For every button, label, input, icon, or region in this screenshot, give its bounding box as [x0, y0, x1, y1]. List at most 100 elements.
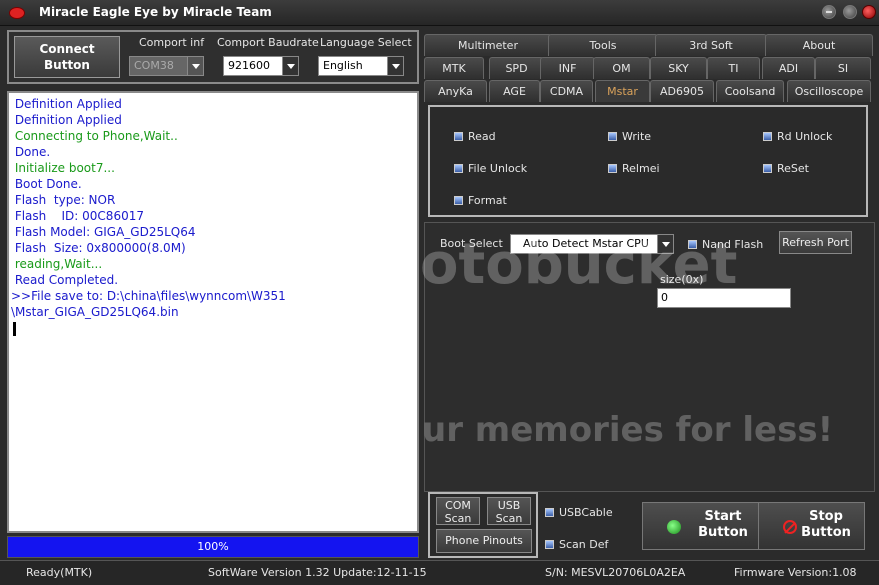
tab-ti[interactable]: TI — [707, 57, 760, 79]
com-scan-button[interactable]: COM Scan — [436, 497, 480, 525]
title-bar: Miracle Eagle Eye by Miracle Team — [0, 0, 879, 26]
boot-select-label: Boot Select — [440, 237, 503, 250]
mstar-panel — [424, 222, 875, 492]
format-checkbox[interactable]: Format — [454, 194, 507, 207]
rd-unlock-label: Rd Unlock — [777, 130, 833, 143]
write-checkbox[interactable]: Write — [608, 130, 651, 143]
status-state: Ready(MTK) — [26, 566, 93, 579]
tab-coolsand[interactable]: Coolsand — [716, 80, 784, 102]
chevron-down-icon — [387, 57, 403, 75]
nand-flash-label: Nand Flash — [702, 238, 764, 251]
log-line: >>File save to: D:\china\files\wynncom\W… — [11, 289, 286, 303]
tab-3rd-soft[interactable]: 3rd Soft — [655, 34, 767, 56]
tab-mstar[interactable]: Mstar — [595, 80, 650, 102]
checkbox-icon — [454, 196, 463, 205]
log-line: Flash Size: 0x800000(8.0M) — [11, 241, 186, 255]
tab-cdma[interactable]: CDMA — [540, 80, 593, 102]
close-icon[interactable] — [862, 5, 876, 19]
relmei-checkbox[interactable]: Relmei — [608, 162, 660, 175]
checkbox-icon — [763, 164, 772, 173]
tab-inf[interactable]: INF — [540, 57, 595, 79]
checkbox-icon — [545, 540, 554, 549]
boot-select-value: Auto Detect Mstar CPU — [523, 237, 649, 250]
phone-pinouts-button[interactable]: Phone Pinouts — [436, 529, 532, 553]
reset-label: ReSet — [777, 162, 809, 175]
tab-om[interactable]: OM — [593, 57, 650, 79]
log-line: Connecting to Phone,Wait.. — [11, 129, 178, 143]
size-input[interactable]: 0 — [657, 288, 791, 308]
connection-toolbar: Connect Button Comport inf COM38 Comport… — [7, 30, 419, 84]
tab-ad6905[interactable]: AD6905 — [650, 80, 714, 102]
file-unlock-checkbox[interactable]: File Unlock — [454, 162, 527, 175]
tab-multimeter[interactable]: Multimeter — [424, 34, 552, 56]
tab-mtk[interactable]: MTK — [424, 57, 484, 79]
tab-anyka[interactable]: AnyKa — [424, 80, 487, 102]
operations-group: Read Write Rd Unlock File Unlock Relmei … — [428, 105, 868, 217]
rd-unlock-checkbox[interactable]: Rd Unlock — [763, 130, 832, 143]
refresh-port-button[interactable]: Refresh Port — [779, 231, 852, 254]
usb-scan-button[interactable]: USB Scan — [487, 497, 531, 525]
stop-label: Stop Button — [801, 509, 851, 540]
tab-about[interactable]: About — [765, 34, 873, 56]
scan-def-checkbox[interactable]: Scan Def — [545, 538, 608, 551]
language-value: English — [323, 59, 363, 72]
chevron-down-icon — [187, 57, 203, 75]
tab-tools[interactable]: Tools — [548, 34, 658, 56]
baudrate-label: Comport Baudrate — [217, 36, 319, 49]
log-line: Boot Done. — [11, 177, 82, 191]
relmei-label: Relmei — [622, 162, 660, 175]
reset-checkbox[interactable]: ReSet — [763, 162, 809, 175]
log-line: Done. — [11, 145, 51, 159]
checkbox-icon — [454, 164, 463, 173]
write-label: Write — [622, 130, 652, 143]
log-line: Flash ID: 00C86017 — [11, 209, 144, 223]
log-line: reading,Wait... — [11, 257, 103, 271]
tab-si[interactable]: SI — [815, 57, 871, 79]
checkbox-icon — [763, 132, 772, 141]
tab-adi[interactable]: ADI — [762, 57, 815, 79]
stop-button[interactable]: Stop Button — [758, 502, 865, 550]
connect-button[interactable]: Connect Button — [14, 36, 120, 78]
tab-oscilloscope[interactable]: Oscilloscope — [787, 80, 871, 102]
checkbox-icon — [688, 240, 697, 249]
start-label: Start Button — [698, 509, 748, 540]
window-title: Miracle Eagle Eye by Miracle Team — [39, 5, 272, 19]
start-button[interactable]: Start Button — [642, 502, 772, 550]
checkbox-icon — [545, 508, 554, 517]
log-output[interactable]: Definition Applied Definition Applied Co… — [7, 91, 419, 533]
start-icon — [667, 520, 681, 534]
language-label: Language Select — [320, 36, 412, 49]
usb-cable-checkbox[interactable]: USBCable — [545, 506, 613, 519]
chevron-down-icon — [282, 57, 298, 75]
log-line: Definition Applied — [11, 113, 122, 127]
log-line: Flash Model: GIGA_GD25LQ64 — [11, 225, 196, 239]
checkbox-icon — [608, 164, 617, 173]
status-bar: Ready(MTK) SoftWare Version 1.32 Update:… — [0, 560, 879, 585]
usb-cable-label: USBCable — [559, 506, 613, 519]
tab-age[interactable]: AGE — [489, 80, 540, 102]
log-line: \Mstar_GIGA_GD25LQ64.bin — [11, 305, 179, 319]
comport-value: COM38 — [134, 59, 174, 72]
text-caret — [13, 322, 16, 336]
nand-flash-checkbox[interactable]: Nand Flash — [688, 238, 763, 251]
boot-select[interactable]: Auto Detect Mstar CPU — [510, 234, 674, 254]
app-logo-icon — [9, 7, 25, 19]
baudrate-value: 921600 — [228, 59, 270, 72]
log-line: Definition Applied — [11, 97, 122, 111]
scan-def-label: Scan Def — [559, 538, 609, 551]
software-version: SoftWare Version 1.32 Update:12-11-15 — [208, 566, 427, 579]
read-checkbox[interactable]: Read — [454, 130, 496, 143]
tab-sky[interactable]: SKY — [650, 57, 707, 79]
format-label: Format — [468, 194, 507, 207]
log-line: Read Completed. — [11, 273, 119, 287]
language-select[interactable]: English — [318, 56, 404, 76]
checkbox-icon — [608, 132, 617, 141]
baudrate-select[interactable]: 921600 — [223, 56, 299, 76]
log-line: Initialize boot7... — [11, 161, 115, 175]
progress-bar: 100% — [7, 536, 419, 558]
maximize-icon[interactable] — [843, 5, 857, 19]
tab-spd[interactable]: SPD — [489, 57, 544, 79]
read-label: Read — [468, 130, 496, 143]
minimize-icon[interactable] — [822, 5, 836, 19]
comport-select[interactable]: COM38 — [129, 56, 204, 76]
